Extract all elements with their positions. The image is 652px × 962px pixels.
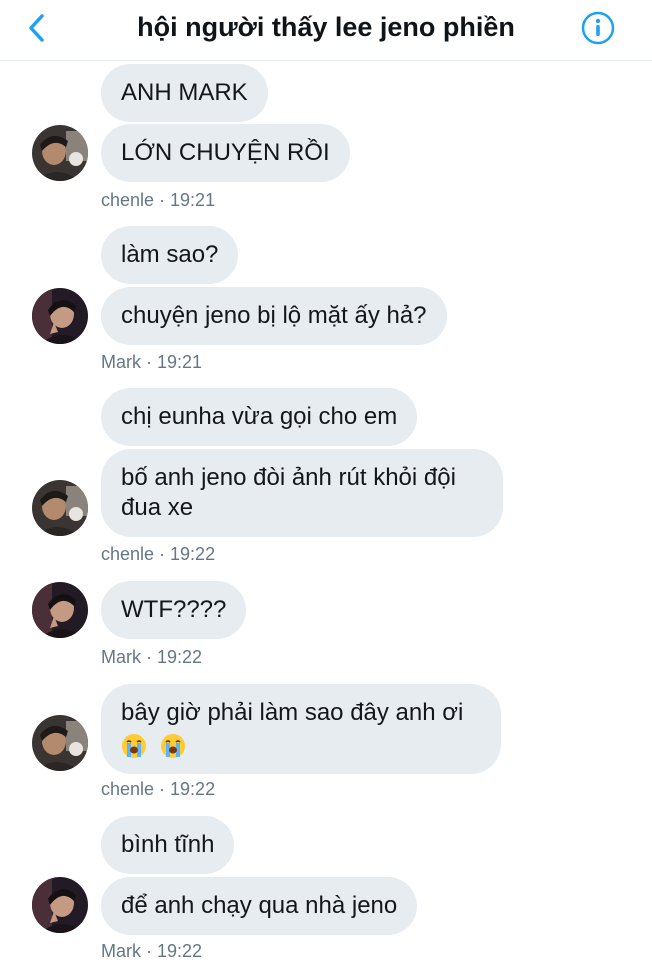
message-bubble[interactable]: bây giờ phải làm sao đây anh ơi (101, 684, 501, 774)
message-text: bố anh jeno đòi ảnh rút khỏi đội đua xe (121, 464, 456, 521)
avatar-image (32, 582, 88, 638)
message-meta: Mark · 19:22 (101, 941, 203, 961)
avatar-image (32, 480, 88, 536)
loudly-crying-face-icon (122, 733, 146, 758)
message-bubble[interactable]: làm sao? (101, 226, 239, 284)
avatar-chenle[interactable] (32, 125, 88, 181)
message-meta: chenle · 19:22 (101, 544, 216, 564)
message-meta: Mark · 19:21 (101, 352, 203, 372)
avatar-image (32, 125, 88, 181)
avatar-mark[interactable] (32, 877, 88, 933)
avatar-chenle[interactable] (32, 480, 88, 536)
message-meta: Mark · 19:22 (101, 647, 203, 667)
message-text: LỚN CHUYỆN RỒI (121, 139, 330, 166)
message-bubble[interactable]: để anh chạy qua nhà jeno (101, 877, 418, 935)
message-bubble[interactable]: ANH MARK (101, 64, 268, 122)
message-bubble[interactable]: bố anh jeno đòi ảnh rút khỏi đội đua xe (101, 449, 503, 537)
message-text: để anh chạy qua nhà jeno (121, 892, 398, 919)
message-text: bình tĩnh (121, 831, 215, 858)
message-meta: chenle · 19:22 (101, 779, 216, 799)
avatar-image (32, 288, 88, 344)
avatar-chenle[interactable] (32, 715, 88, 771)
message-text: ANH MARK (121, 79, 248, 106)
message-bubble[interactable]: WTF???? (101, 581, 247, 639)
loudly-crying-face-icon (160, 733, 185, 758)
avatar-mark[interactable] (32, 582, 88, 638)
message-meta: chenle · 19:21 (101, 190, 216, 210)
avatar-image (32, 877, 88, 933)
conversation-title: hội người thấy lee jeno phiền (137, 12, 515, 42)
message-bubble[interactable]: LỚN CHUYỆN RỒI (101, 124, 350, 182)
message-bubble[interactable]: chị eunha vừa gọi cho em (101, 388, 418, 446)
message-text: chị eunha vừa gọi cho em (121, 403, 398, 430)
message-bubble[interactable]: chuyện jeno bị lộ mặt ấy hả? (101, 287, 447, 345)
message-text: WTF???? (121, 596, 227, 623)
avatar-mark[interactable] (32, 288, 88, 344)
info-icon (581, 11, 615, 45)
message-text: chuyện jeno bị lộ mặt ấy hả? (121, 302, 427, 329)
avatar-image (32, 715, 88, 771)
info-button[interactable] (581, 11, 615, 45)
message-text: bây giờ phải làm sao đây anh ơi (121, 699, 464, 726)
message-text: làm sao? (121, 241, 219, 268)
message-bubble[interactable]: bình tĩnh (101, 816, 235, 874)
conversation-header: hội người thấy lee jeno phiền (0, 0, 652, 61)
